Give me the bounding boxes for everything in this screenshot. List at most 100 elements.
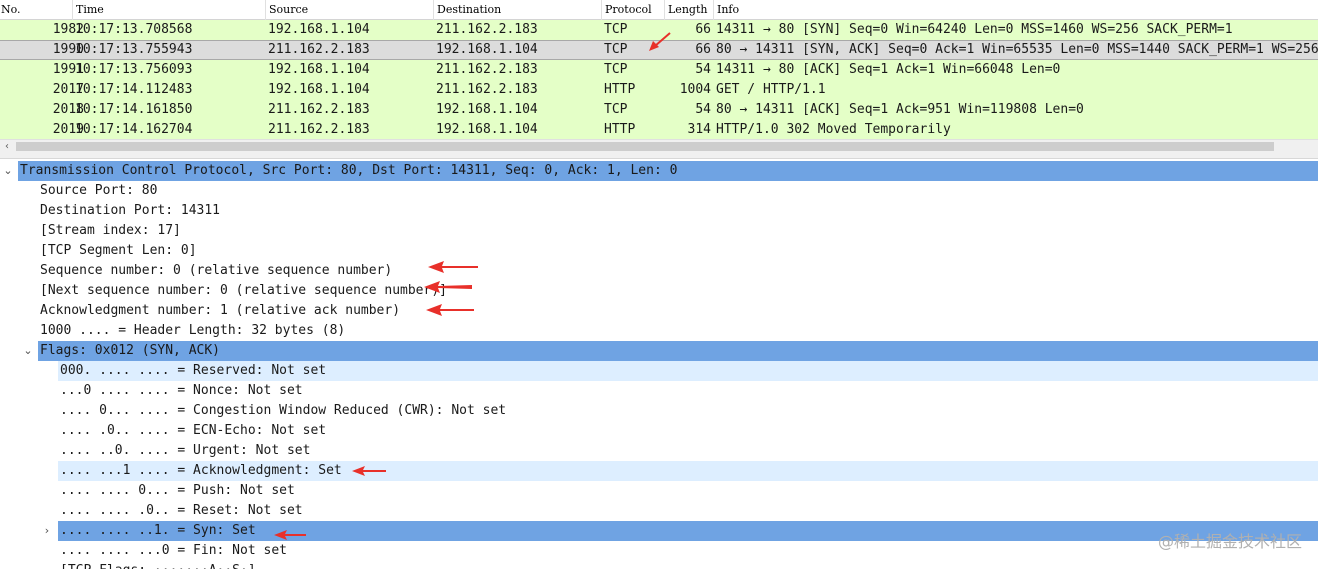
packet-row[interactable]: 2017 10:17:14.112483 192.168.1.104 211.1… [0,80,1318,100]
packet-info: HTTP/1.0 302 Moved Temporarily [716,122,951,137]
column-header-no[interactable]: No. [0,0,72,20]
packet-no: 1991 [52,62,84,77]
packet-protocol: TCP [604,62,628,77]
tree-item-label: .... ..0. .... = Urgent: Not set [60,443,311,458]
packet-source: 211.162.2.183 [268,122,370,137]
annotation-arrow-icon [649,32,671,51]
tree-item-label: [TCP Flags: ·······A··S·] [58,561,260,569]
column-header-protocol[interactable]: Protocol [601,0,664,20]
tree-item-label: Sequence number: 0 (relative sequence nu… [40,263,393,278]
packet-time: 10:17:14.161850 [75,102,193,117]
column-header-time[interactable]: Time [72,0,265,20]
tree-item-flag-reserved[interactable]: 000. .... .... = Reserved: Not set [0,361,1318,381]
pane-splitter[interactable] [0,153,1318,159]
packet-destination: 211.162.2.183 [436,62,538,77]
tree-item-label: 000. .... .... = Reserved: Not set [58,361,1318,381]
packet-no: 1990 [52,42,84,57]
tree-item-flag-ack[interactable]: .... ...1 .... = Acknowledgment: Set [0,461,1318,481]
packet-list-header: No. Time Source Destination Protocol Len… [0,0,1318,20]
tree-item-stream-index[interactable]: [Stream index: 17] [0,221,1318,241]
packet-info: 14311 → 80 [SYN] Seq=0 Win=64240 Len=0 M… [716,22,1233,37]
tree-item-segment-len[interactable]: [TCP Segment Len: 0] [0,241,1318,261]
tree-item-flags[interactable]: ⌄ Flags: 0x012 (SYN, ACK) [0,341,1318,361]
packet-source: 192.168.1.104 [268,22,370,37]
packet-info: GET / HTTP/1.1 [716,82,826,97]
annotation-arrow-icon [274,530,306,540]
chevron-down-icon[interactable]: ⌄ [21,341,35,361]
packet-source: 192.168.1.104 [268,62,370,77]
column-header-destination[interactable]: Destination [433,0,601,20]
packet-row[interactable]: 2018 10:17:14.161850 211.162.2.183 192.1… [0,100,1318,120]
tree-item-next-seq-number[interactable]: [Next sequence number: 0 (relative seque… [0,281,1318,301]
tcp-header-label: Transmission Control Protocol, Src Port:… [18,161,1318,181]
packet-time: 10:17:14.162704 [75,122,193,137]
tree-item-seq-number[interactable]: Sequence number: 0 (relative sequence nu… [0,261,1318,281]
annotation-arrow-icon [426,304,474,316]
tree-item-label: Source Port: 80 [40,183,158,198]
tree-item-destination-port[interactable]: Destination Port: 14311 [0,201,1318,221]
packet-destination: 192.168.1.104 [436,122,538,137]
packet-length: 1004 [679,82,711,97]
tree-item-flag-fin[interactable]: .... .... ...0 = Fin: Not set [0,541,1318,561]
tree-item-label: .... ...1 .... = Acknowledgment: Set [58,461,1318,481]
tree-item-source-port[interactable]: Source Port: 80 [0,181,1318,201]
scroll-left-icon[interactable]: ‹ [0,140,14,153]
annotation-arrow-icon [352,466,386,476]
tree-item-flag-urgent[interactable]: .... ..0. .... = Urgent: Not set [0,441,1318,461]
tree-item-label: 1000 .... = Header Length: 32 bytes (8) [40,323,346,338]
packet-row[interactable]: 1991 10:17:13.756093 192.168.1.104 211.1… [0,60,1318,80]
tree-item-flag-syn[interactable]: › .... .... ..1. = Syn: Set [0,521,1318,541]
packet-no: 2019 [52,122,84,137]
tree-item-label: .... .... 0... = Push: Not set [60,483,295,498]
flags-label: Flags: 0x012 (SYN, ACK) [38,341,1318,361]
packet-time: 10:17:13.756093 [75,62,193,77]
scrollbar-thumb[interactable] [16,142,1274,151]
packet-list[interactable]: No. Time Source Destination Protocol Len… [0,0,1318,139]
packet-length: 54 [695,102,711,117]
packet-destination: 211.162.2.183 [436,82,538,97]
tree-item-label: .... .0.. .... = ECN-Echo: Not set [60,423,327,438]
tree-item-flag-reset[interactable]: .... .... .0.. = Reset: Not set [0,501,1318,521]
packet-destination: 192.168.1.104 [436,102,538,117]
packet-no: 1982 [52,22,84,37]
packet-source: 211.162.2.183 [268,102,370,117]
chevron-down-icon[interactable]: ⌄ [1,161,15,181]
tree-item-label: [Stream index: 17] [40,223,181,238]
packet-no: 2017 [52,82,84,97]
packet-time: 10:17:13.755943 [75,42,193,57]
tree-item-ack-number[interactable]: Acknowledgment number: 1 (relative ack n… [0,301,1318,321]
packet-info: 80 → 14311 [ACK] Seq=1 Ack=951 Win=11980… [716,102,1084,117]
tree-item-flag-push[interactable]: .... .... 0... = Push: Not set [0,481,1318,501]
tree-item-label: .... .... ...0 = Fin: Not set [60,543,287,558]
packet-destination: 211.162.2.183 [436,22,538,37]
packet-destination: 192.168.1.104 [436,42,538,57]
tree-item-flag-nonce[interactable]: ...0 .... .... = Nonce: Not set [0,381,1318,401]
tree-item-label: .... .... .0.. = Reset: Not set [60,503,303,518]
column-header-info[interactable]: Info [713,0,1318,20]
packet-details-tree[interactable]: ⌄ Transmission Control Protocol, Src Por… [0,161,1318,569]
packet-info: 14311 → 80 [ACK] Seq=1 Ack=1 Win=66048 L… [716,62,1061,77]
tree-item-tcp[interactable]: ⌄ Transmission Control Protocol, Src Por… [0,161,1318,181]
packet-time: 10:17:13.708568 [75,22,193,37]
packet-protocol: HTTP [604,82,636,97]
packet-protocol: HTTP [604,122,636,137]
annotation-arrow-icon [428,261,478,273]
tree-item-label: Acknowledgment number: 1 (relative ack n… [40,303,401,318]
packet-row[interactable]: 2019 10:17:14.162704 211.162.2.183 192.1… [0,120,1318,139]
packet-no: 2018 [52,102,84,117]
watermark: @稀土掘金技术社区 [1157,532,1302,551]
horizontal-scrollbar[interactable]: ‹ [0,139,1318,153]
packet-info: 80 → 14311 [SYN, ACK] Seq=0 Ack=1 Win=65… [716,42,1318,57]
tree-item-label: [Next sequence number: 0 (relative seque… [40,283,447,298]
tree-item-label: .... 0... .... = Congestion Window Reduc… [60,403,507,418]
chevron-right-icon[interactable]: › [40,521,54,541]
tree-item-tcp-flags-summary[interactable]: [TCP Flags: ·······A··S·] [0,561,1318,569]
tree-item-header-length[interactable]: 1000 .... = Header Length: 32 bytes (8) [0,321,1318,341]
column-header-length[interactable]: Length [664,0,713,20]
packet-length: 314 [687,122,711,137]
packet-source: 211.162.2.183 [268,42,370,57]
tree-item-label: .... .... ..1. = Syn: Set [58,521,1318,541]
tree-item-flag-cwr[interactable]: .... 0... .... = Congestion Window Reduc… [0,401,1318,421]
tree-item-flag-ecn[interactable]: .... .0.. .... = ECN-Echo: Not set [0,421,1318,441]
column-header-source[interactable]: Source [265,0,433,20]
